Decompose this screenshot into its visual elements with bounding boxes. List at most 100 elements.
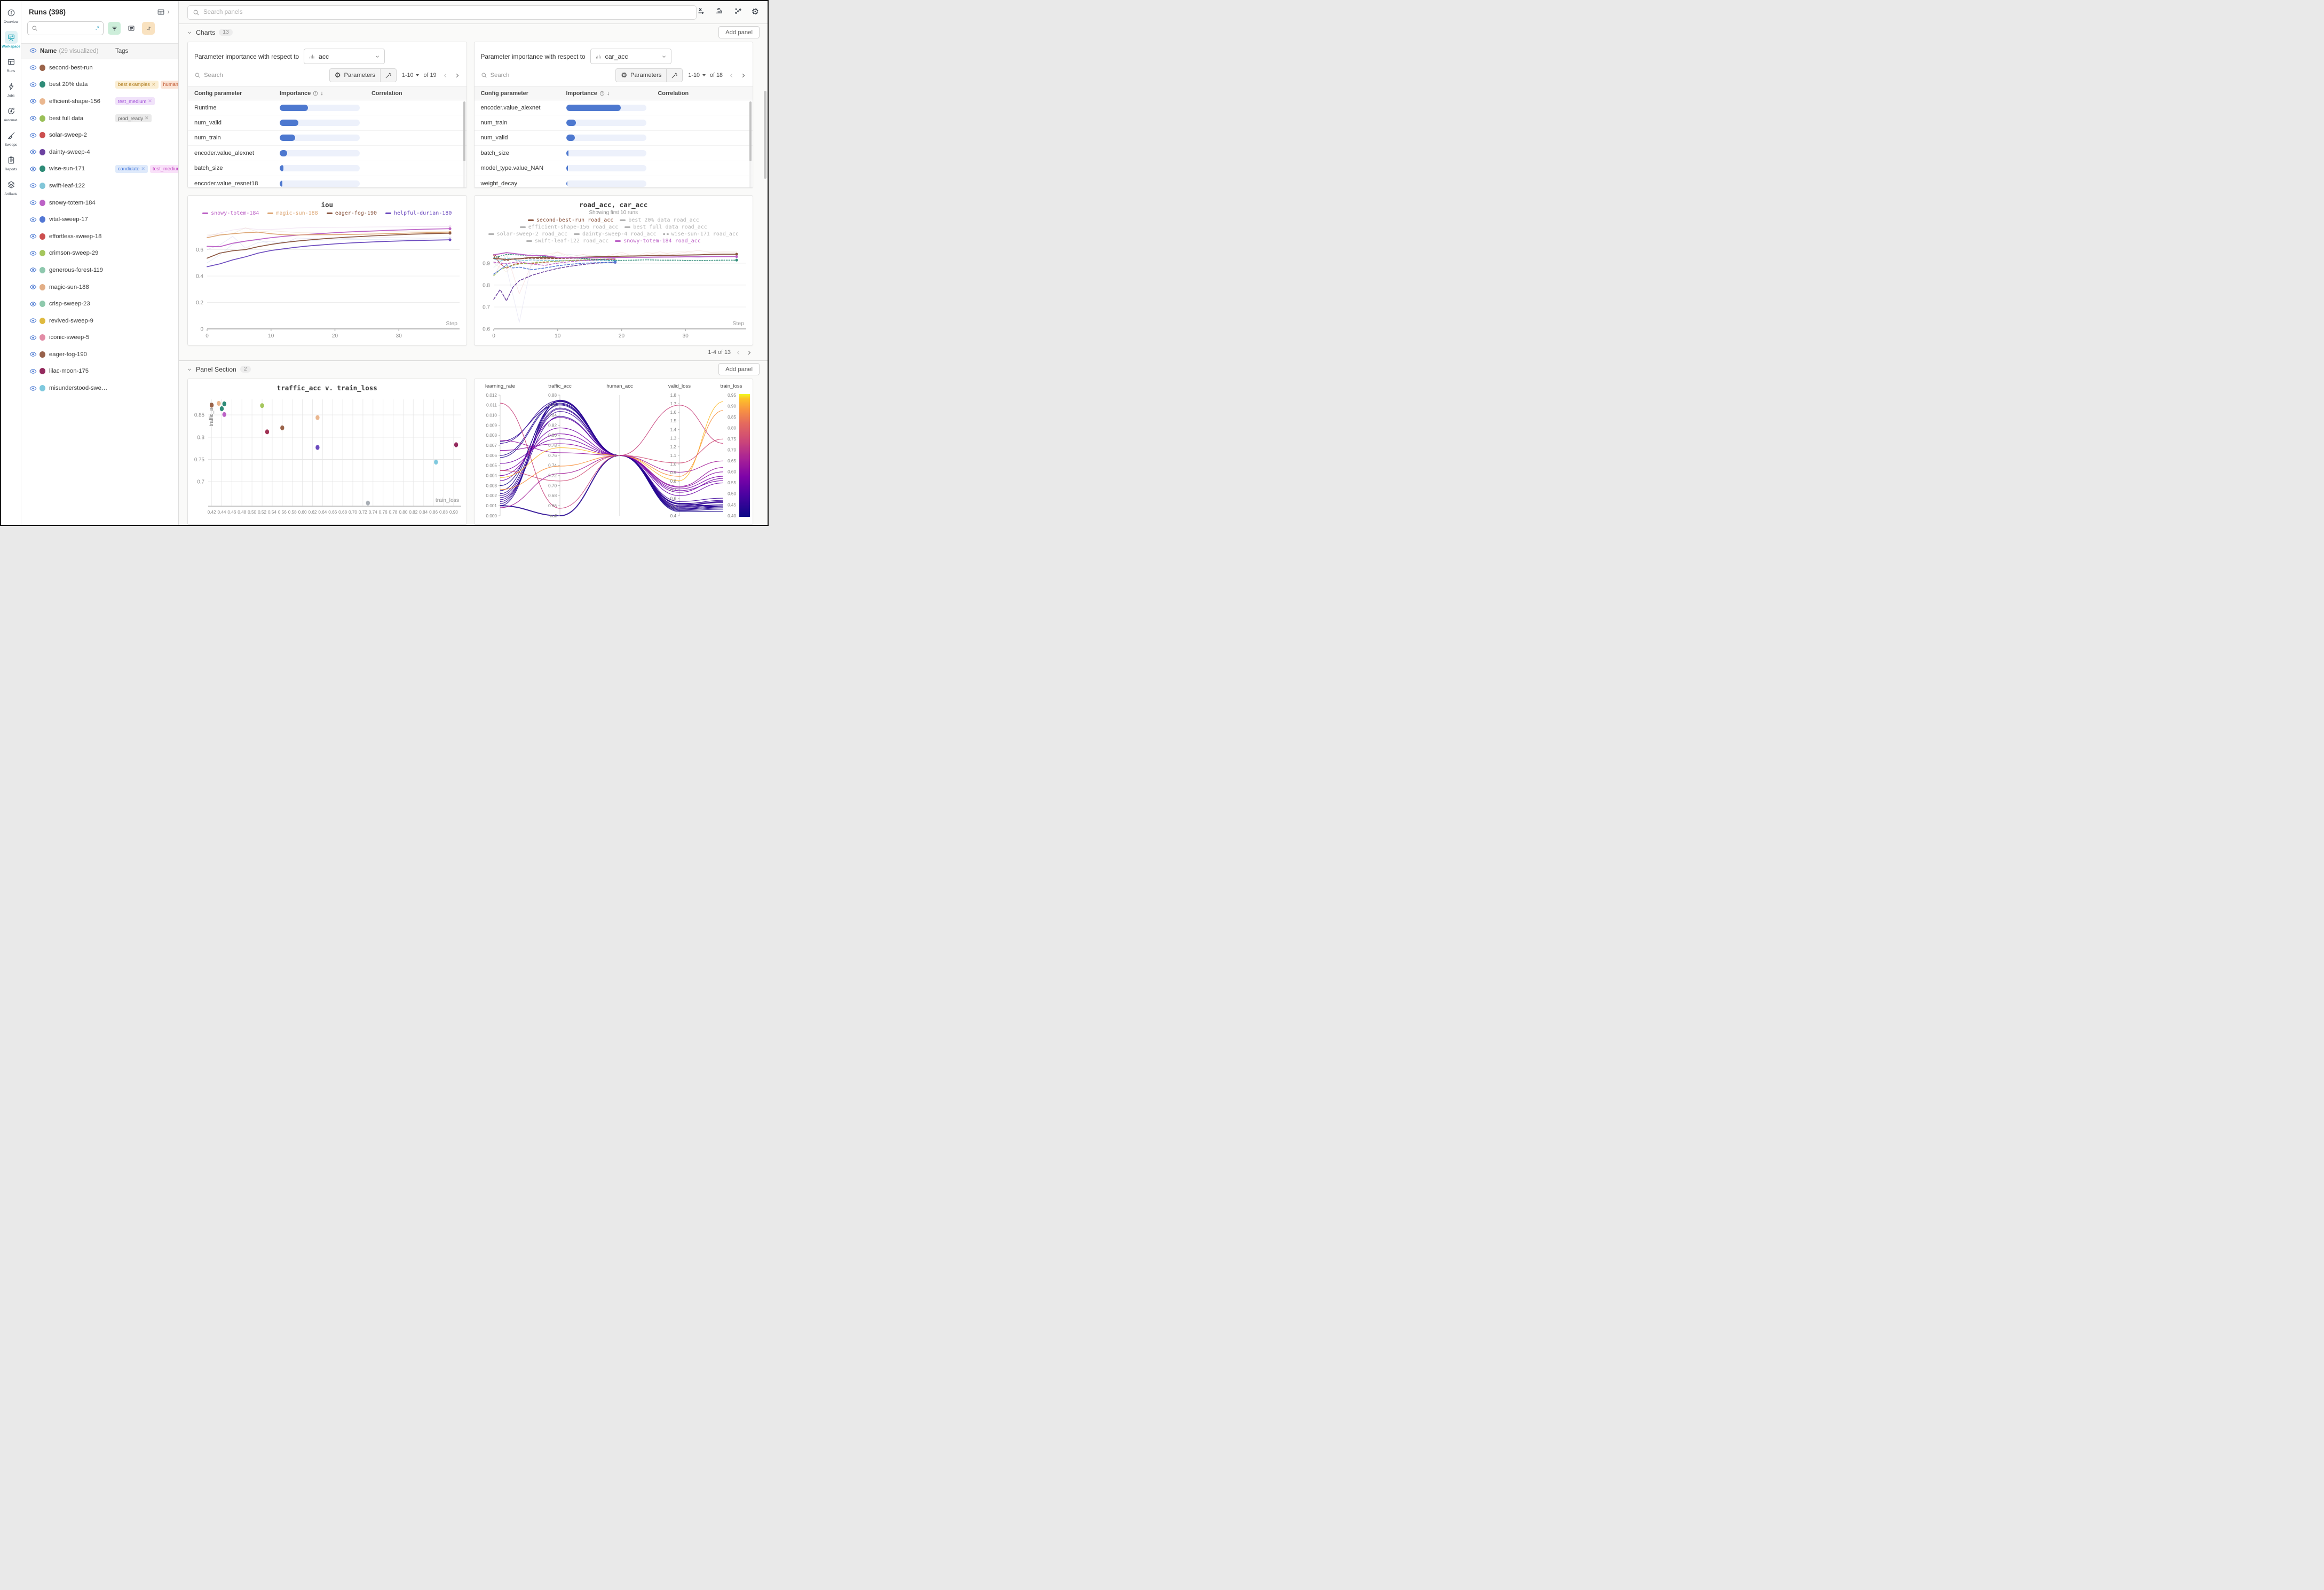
- run-visibility-eye-icon[interactable]: [29, 166, 37, 172]
- run-name[interactable]: vital-sweep-17: [49, 216, 88, 223]
- tag-chip[interactable]: humans✕: [161, 81, 179, 89]
- tag-chip[interactable]: test_medium✕: [115, 97, 155, 105]
- run-name[interactable]: snowy-totem-184: [49, 200, 96, 206]
- parameter-importance-panel-acc[interactable]: Parameter importance with respect toaccS…: [187, 42, 467, 188]
- main-scrollbar-thumb[interactable]: [764, 91, 766, 179]
- legend-entry[interactable]: swift-leaf-122 road_acc: [526, 238, 608, 244]
- run-name[interactable]: crisp-sweep-23: [49, 301, 90, 307]
- parameters-button[interactable]: ⚙Parameters: [615, 68, 683, 82]
- run-visibility-eye-icon[interactable]: [29, 64, 37, 71]
- run-name[interactable]: effortless-sweep-18: [49, 233, 101, 240]
- run-row[interactable]: iconic-sweep-5: [21, 329, 178, 347]
- run-visibility-eye-icon[interactable]: [29, 115, 37, 122]
- run-row[interactable]: eager-fog-190: [21, 346, 178, 363]
- next-page-icon[interactable]: [740, 73, 746, 78]
- iou-chart-panel[interactable]: iousnowy-totem-184magic-sun-188eager-fog…: [187, 195, 467, 345]
- panel-section-title[interactable]: Panel Section: [196, 366, 236, 373]
- table-scrollbar-thumb[interactable]: [463, 101, 465, 161]
- outliers-icon[interactable]: [733, 6, 742, 18]
- run-visibility-eye-icon[interactable]: [29, 199, 37, 206]
- runs-group-button[interactable]: [125, 22, 138, 35]
- legend-entry[interactable]: solar-sweep-2 road_acc: [488, 231, 567, 237]
- run-row[interactable]: swift-leaf-122: [21, 177, 178, 194]
- legend-entry[interactable]: best full data road_acc: [625, 224, 707, 230]
- parameter-importance-panel-car_acc[interactable]: Parameter importance with respect tocar_…: [474, 42, 754, 188]
- run-name[interactable]: iconic-sweep-5: [49, 334, 89, 341]
- tag-remove-icon[interactable]: ✕: [141, 166, 145, 172]
- run-name[interactable]: eager-fog-190: [49, 351, 87, 358]
- run-name[interactable]: magic-sun-188: [49, 284, 89, 290]
- run-visibility-eye-icon[interactable]: [29, 216, 37, 223]
- run-row[interactable]: wise-sun-171candidate✕test_medium✕: [21, 161, 178, 178]
- legend-entry[interactable]: magic-sun-188: [267, 210, 318, 216]
- scatter-chart-panel[interactable]: traffic_acc v. train_loss0.70.750.80.850…: [187, 379, 467, 525]
- run-name[interactable]: efficient-shape-156: [49, 98, 100, 105]
- correlation-column-header[interactable]: Correlation: [658, 90, 753, 97]
- run-visibility-eye-icon[interactable]: [29, 132, 37, 139]
- run-name[interactable]: dainty-sweep-4: [49, 149, 90, 155]
- run-visibility-eye-icon[interactable]: [29, 368, 37, 375]
- run-row[interactable]: solar-sweep-2: [21, 127, 178, 144]
- run-visibility-eye-icon[interactable]: [29, 351, 37, 358]
- tag-chip[interactable]: test_medium✕: [150, 165, 178, 173]
- toggle-all-visibility-eye-icon[interactable]: [29, 47, 37, 56]
- sidebar-item-runs[interactable]: Runs: [1, 56, 21, 73]
- run-row[interactable]: crimson-sweep-29: [21, 245, 178, 262]
- importance-column-header[interactable]: Importance↓: [280, 90, 371, 97]
- prev-page-icon[interactable]: [442, 73, 448, 78]
- legend-entry[interactable]: efficient-shape-156 road_acc: [520, 224, 619, 230]
- regex-toggle[interactable]: .*: [96, 25, 99, 32]
- tag-remove-icon[interactable]: ✕: [148, 98, 152, 104]
- add-panel-button[interactable]: Add panel: [718, 363, 760, 375]
- add-panel-button[interactable]: Add panel: [718, 26, 760, 38]
- run-visibility-eye-icon[interactable]: [29, 266, 37, 273]
- runs-filter-button[interactable]: [108, 22, 121, 35]
- run-name[interactable]: lilac-moon-175: [49, 368, 89, 374]
- run-visibility-eye-icon[interactable]: [29, 81, 37, 88]
- legend-entry[interactable]: wise-sun-171 road_acc: [663, 231, 739, 237]
- tag-chip[interactable]: prod_ready✕: [115, 114, 152, 122]
- prev-page-icon[interactable]: [729, 73, 734, 78]
- run-visibility-eye-icon[interactable]: [29, 182, 37, 189]
- tag-remove-icon[interactable]: ✕: [152, 82, 156, 88]
- metric-select[interactable]: acc: [304, 49, 385, 64]
- sidebar-item-overview[interactable]: Overview: [1, 6, 21, 24]
- run-row[interactable]: magic-sun-188: [21, 279, 178, 296]
- sidebar-item-automat[interactable]: Automat.: [1, 105, 21, 122]
- run-visibility-eye-icon[interactable]: [29, 148, 37, 155]
- tag-chip[interactable]: best examples✕: [115, 81, 159, 89]
- next-page-icon[interactable]: [454, 73, 460, 78]
- param-search-input[interactable]: Search: [194, 72, 329, 78]
- run-name[interactable]: wise-sun-171: [49, 166, 85, 172]
- run-row[interactable]: snowy-totem-184: [21, 194, 178, 211]
- table-scrollbar-thumb[interactable]: [749, 101, 752, 161]
- run-row[interactable]: misunderstood-swe…: [21, 380, 178, 397]
- run-row[interactable]: vital-sweep-17: [21, 211, 178, 228]
- run-visibility-eye-icon[interactable]: [29, 284, 37, 290]
- legend-entry[interactable]: best 20% data road_acc: [620, 217, 699, 223]
- runs-search-input[interactable]: .*: [27, 21, 104, 35]
- config-parameter-column-header[interactable]: Config parameter: [188, 90, 280, 97]
- tags-column-header[interactable]: Tags: [115, 48, 128, 54]
- sidebar-item-jobs[interactable]: Jobs: [1, 80, 21, 98]
- search-panels-input[interactable]: Search panels: [187, 5, 697, 20]
- parallel-coordinates-panel[interactable]: learning_rate0.0120.0110.0100.0090.0080.…: [474, 379, 754, 525]
- run-visibility-eye-icon[interactable]: [29, 98, 37, 105]
- correlation-column-header[interactable]: Correlation: [371, 90, 467, 97]
- run-row[interactable]: efficient-shape-156 test_medium✕: [21, 93, 178, 110]
- charts-section-title[interactable]: Charts: [196, 29, 215, 36]
- magic-wand-button[interactable]: [667, 69, 682, 82]
- legend-entry[interactable]: second-best-run road_acc: [528, 217, 614, 223]
- settings-gear-icon[interactable]: ⚙: [752, 8, 759, 17]
- sidebar-item-sweeps[interactable]: Sweeps: [1, 129, 21, 147]
- run-visibility-eye-icon[interactable]: [29, 233, 37, 240]
- run-row[interactable]: revived-sweep-9: [21, 312, 178, 329]
- run-visibility-eye-icon[interactable]: [29, 334, 37, 341]
- prev-page-icon[interactable]: [736, 350, 741, 356]
- road-acc-chart-panel[interactable]: road_acc, car_accShowing first 10 runsse…: [474, 195, 754, 345]
- run-row[interactable]: second-best-run: [21, 59, 178, 76]
- run-visibility-eye-icon[interactable]: [29, 317, 37, 324]
- parameters-button[interactable]: ⚙Parameters: [329, 68, 397, 82]
- sidebar-item-workspace[interactable]: Workspace: [1, 31, 21, 49]
- run-name[interactable]: generous-forest-119: [49, 267, 103, 273]
